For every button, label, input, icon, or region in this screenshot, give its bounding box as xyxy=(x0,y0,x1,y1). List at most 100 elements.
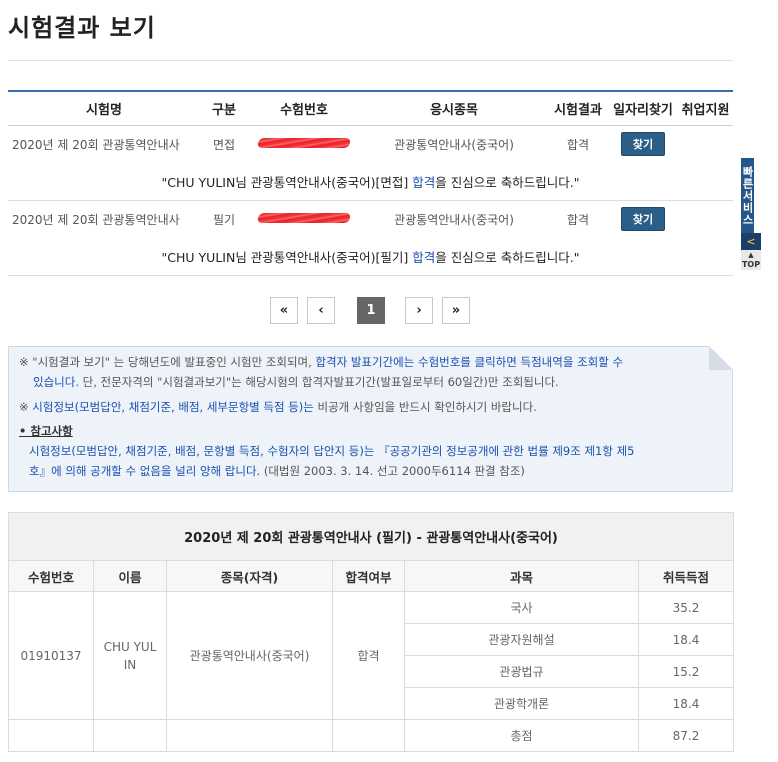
redaction-mark xyxy=(256,138,352,149)
quick-menu: 빠른서비스 < ▲ TOP xyxy=(741,158,761,270)
col-header-subject: 과목 xyxy=(404,560,639,592)
empty-cell xyxy=(332,719,405,752)
notice-highlight: 합격자 발표기간에는 수험번호를 클릭하면 득점내역을 조회할 수 xyxy=(315,355,624,369)
notice-line-1: ※ "시험결과 보기" 는 당해년도에 발표중인 시험만 조회되며, 합격자 발… xyxy=(19,352,722,372)
job-support-cell xyxy=(678,200,733,238)
job-search-cell: 찾기 xyxy=(608,200,678,238)
col-header-score: 취득득점 xyxy=(638,560,734,592)
reference-title-text: 참고사항 xyxy=(30,424,73,438)
prev-page-button[interactable]: ‹ xyxy=(307,297,335,324)
reference-text: 호』에 의해 공개할 수 없음을 널리 양해 랍니다. xyxy=(29,464,261,478)
reference-line-1: 시험정보(모범답안, 채점기준, 배점, 문항별 득점, 수험자의 답안지 등)… xyxy=(29,444,635,458)
chevron-left-icon[interactable]: < xyxy=(741,233,761,250)
page-title: 시험결과 보기 xyxy=(8,14,156,42)
congrats-message: "CHU YULIN님 관광통역안내사(중국어)[필기] 합격을 진심으로 축하… xyxy=(8,238,733,276)
empty-cell xyxy=(93,719,167,752)
congrats-row: "CHU YULIN님 관광통역안내사(중국어)[필기] 합격을 진심으로 축하… xyxy=(8,238,733,276)
col-header-category: 응시종목 xyxy=(360,90,548,126)
col-header-job-support: 취업지원 xyxy=(678,90,733,126)
col-header-name: 이름 xyxy=(93,560,167,592)
col-header-type: 구분 xyxy=(200,90,248,126)
col-header-pass: 합격여부 xyxy=(332,560,405,592)
exam-result: 합격 xyxy=(566,137,590,152)
exam-name: 2020년 제 20회 관광통역안내사 xyxy=(12,212,180,227)
pass-link[interactable]: 합격 xyxy=(412,250,435,265)
find-job-button[interactable]: 찾기 xyxy=(620,132,666,157)
pass-link[interactable]: 합격 xyxy=(412,175,435,190)
first-page-button[interactable]: « xyxy=(270,297,298,324)
subject-score: 35.2 xyxy=(638,591,734,624)
results-header-row: 시험명 구분 수험번호 응시종목 시험결과 일자리찾기 취업지원 xyxy=(8,90,733,126)
score-table: 2020년 제 20회 관광통역안내사 (필기) - 관광통역안내사(중국어) … xyxy=(8,512,734,752)
job-search-cell: 찾기 xyxy=(608,125,678,163)
notice-text: ※ "시험결과 보기" 는 당해년도에 발표중인 시험만 조회되며, xyxy=(19,355,316,369)
notice-box: ※ "시험결과 보기" 는 당해년도에 발표중인 시험만 조회되며, 합격자 발… xyxy=(8,346,733,492)
notice-text: 단, 전문자격의 "시험결과보기"는 해당시험의 합격자발표기간(발표일로부터 … xyxy=(78,375,559,389)
candidate-name-line2: IN xyxy=(123,657,137,672)
table-row: 2020년 제 20회 관광통역안내사 필기 관광통역안내사(중국어) 합격 찾… xyxy=(8,200,733,238)
notice-highlight: 시험정보(모범답안, 채점기준, 배점, 세부문항별 득점 등)는 xyxy=(32,400,314,414)
congrats-text: "CHU YULIN님 관광통역안내사(중국어)[면접] xyxy=(161,174,413,190)
notice-line-3: ※ 시험정보(모범답안, 채점기준, 배점, 세부문항별 득점 등)는 비공개 … xyxy=(19,397,722,417)
last-page-button[interactable]: » xyxy=(442,297,470,324)
title-divider xyxy=(8,60,733,61)
col-header-result: 시험결과 xyxy=(548,90,608,126)
exam-name: 2020년 제 20회 관광통역안내사 xyxy=(12,137,180,152)
col-header-exam-number: 수험번호 xyxy=(248,90,360,126)
total-row: 총점 87.2 xyxy=(8,719,734,752)
scroll-top-button[interactable]: ▲ TOP xyxy=(741,250,761,270)
congrats-text-end: 을 진심으로 축하드립니다." xyxy=(435,249,580,265)
subject-name: 관광법규 xyxy=(404,655,639,688)
notice-text: 비공개 사항임을 반드시 확인하시기 바랍니다. xyxy=(313,400,537,414)
score-caption: 2020년 제 20회 관광통역안내사 (필기) - 관광통역안내사(중국어) xyxy=(8,512,734,561)
exam-type: 필기 xyxy=(212,212,236,227)
congrats-text: "CHU YULIN님 관광통역안내사(중국어)[필기] xyxy=(161,249,413,265)
quick-service-label[interactable]: 빠른서비스 xyxy=(741,158,754,233)
exam-type: 면접 xyxy=(212,137,236,152)
reference-line-2: 호』에 의해 공개할 수 없음을 널리 양해 랍니다. (대법원 2003. 3… xyxy=(19,461,722,481)
redaction-mark xyxy=(256,213,352,224)
next-page-button[interactable]: › xyxy=(405,297,433,324)
scroll-top-label: TOP xyxy=(741,260,761,269)
empty-cell xyxy=(166,719,333,752)
col-header-exam-number: 수험번호 xyxy=(8,560,94,592)
job-support-cell xyxy=(678,125,733,163)
notice-line-2: 있습니다. 단, 전문자격의 "시험결과보기"는 해당시험의 합격자발표기간(발… xyxy=(19,372,722,392)
exam-number-redacted[interactable] xyxy=(248,125,360,163)
table-row: 2020년 제 20회 관광통역안내사 면접 관광통역안내사(중국어) 합격 찾… xyxy=(8,125,733,163)
exam-number: 01910137 xyxy=(8,591,94,720)
find-job-button[interactable]: 찾기 xyxy=(620,207,666,232)
reference-citation: (대법원 2003. 3. 14. 선고 2000두6114 판결 참조) xyxy=(260,464,525,478)
candidate-name: CHU YUL IN xyxy=(93,591,167,720)
page-fold-corner xyxy=(709,346,733,370)
total-score: 87.2 xyxy=(638,719,734,752)
exam-category: 관광통역안내사(중국어) xyxy=(394,137,514,152)
reference-title: • 참고사항 xyxy=(19,424,73,438)
col-header-job-search: 일자리찾기 xyxy=(608,90,678,126)
congrats-message: "CHU YULIN님 관광통역안내사(중국어)[면접] 합격을 진심으로 축하… xyxy=(8,163,733,201)
subject-name: 관광학개론 xyxy=(404,687,639,720)
subject-score: 18.4 xyxy=(638,687,734,720)
arrow-up-icon: ▲ xyxy=(748,251,754,259)
subject-score: 15.2 xyxy=(638,655,734,688)
congrats-row: "CHU YULIN님 관광통역안내사(중국어)[면접] 합격을 진심으로 축하… xyxy=(8,163,733,201)
notice-text: ※ xyxy=(19,400,33,414)
page-1-button[interactable]: 1 xyxy=(357,297,385,324)
table-row: 01910137 CHU YUL IN 관광통역안내사(중국어) 합격 국사 35… xyxy=(8,591,734,720)
congrats-text-end: 을 진심으로 축하드립니다." xyxy=(435,174,580,190)
subject-score: 18.4 xyxy=(638,623,734,656)
col-header-exam: 시험명 xyxy=(8,90,200,126)
subject-name: 관광자원해설 xyxy=(404,623,639,656)
total-label: 총점 xyxy=(404,719,639,752)
exam-result: 합격 xyxy=(566,212,590,227)
pass-status: 합격 xyxy=(332,591,405,720)
exam-category: 관광통역안내사(중국어) xyxy=(394,212,514,227)
exam-number-redacted[interactable] xyxy=(248,200,360,238)
subject-name: 국사 xyxy=(404,591,639,624)
empty-cell xyxy=(8,719,94,752)
score-header-row: 수험번호 이름 종목(자격) 합격여부 과목 취득득점 xyxy=(8,560,734,592)
notice-highlight: 있습니다. xyxy=(33,375,79,389)
col-header-qualification: 종목(자격) xyxy=(166,560,333,592)
results-table: 시험명 구분 수험번호 응시종목 시험결과 일자리찾기 취업지원 2020년 제… xyxy=(8,90,733,276)
candidate-name-line1: CHU YUL xyxy=(103,639,157,654)
